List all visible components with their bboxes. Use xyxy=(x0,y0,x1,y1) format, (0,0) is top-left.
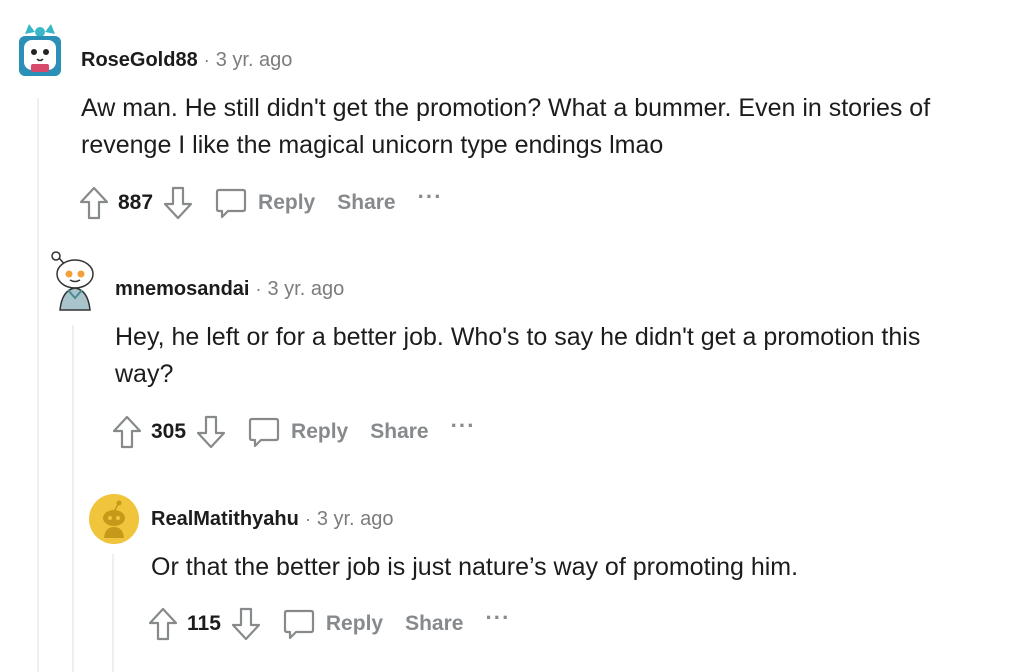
thread-line-level-3[interactable] xyxy=(112,554,114,672)
meta-separator: · xyxy=(255,279,262,299)
author-name[interactable]: RealMatithyahu xyxy=(151,508,299,530)
reply-button[interactable]: Reply xyxy=(214,186,315,220)
vote-score: 305 xyxy=(151,420,187,443)
vote-score: 887 xyxy=(118,191,154,214)
avatar[interactable] xyxy=(50,248,100,311)
downvote-icon[interactable] xyxy=(195,414,227,450)
comment-body: Aw man. He still didn't get the promotio… xyxy=(81,94,931,159)
reply-button[interactable]: Reply xyxy=(282,607,383,641)
timestamp[interactable]: 3 yr. ago xyxy=(267,278,344,300)
reply-label: Reply xyxy=(325,612,384,635)
meta-separator: · xyxy=(304,509,311,529)
comment-meta: RoseGold88 · 3 yr. ago xyxy=(81,48,292,72)
thread-line-level-2[interactable] xyxy=(72,325,74,672)
comment-actions: 887 Reply Share ··· xyxy=(78,183,443,223)
more-options-button[interactable]: ··· xyxy=(451,413,476,439)
comment-body: Or that the better job is just nature’s … xyxy=(151,553,799,581)
default-snoo-avatar-icon xyxy=(89,494,139,544)
comment-bubble-icon xyxy=(248,417,280,448)
snoo-avatar-icon xyxy=(51,251,94,311)
reply-button[interactable]: Reply xyxy=(247,415,348,449)
share-button[interactable]: Share xyxy=(405,612,463,636)
downvote-icon[interactable] xyxy=(162,185,194,221)
timestamp[interactable]: 3 yr. ago xyxy=(317,508,394,530)
upvote-icon[interactable] xyxy=(111,414,143,450)
more-options-button[interactable]: ··· xyxy=(485,605,510,631)
reply-label: Reply xyxy=(291,420,349,443)
avatar[interactable] xyxy=(89,494,139,544)
timestamp[interactable]: 3 yr. ago xyxy=(216,49,293,71)
share-button[interactable]: Share xyxy=(370,420,428,444)
avatar[interactable] xyxy=(15,20,65,76)
share-button[interactable]: Share xyxy=(337,191,395,215)
comment-actions: 305 Reply Share ··· xyxy=(111,412,476,452)
comment-body: Hey, he left or for a better job. Who's … xyxy=(115,323,921,388)
vote-score: 115 xyxy=(187,612,221,635)
upvote-icon[interactable] xyxy=(78,185,110,221)
author-name[interactable]: mnemosandai xyxy=(115,278,249,300)
comment-meta: RealMatithyahu · 3 yr. ago xyxy=(151,507,394,531)
cat-avatar-icon xyxy=(19,24,61,76)
meta-separator: · xyxy=(203,50,210,70)
reply-label: Reply xyxy=(258,191,316,214)
comment-actions: 115 Reply Share ··· xyxy=(147,604,510,644)
comment-bubble-icon xyxy=(215,188,247,219)
thread-line-level-1[interactable] xyxy=(37,98,39,672)
comment-bubble-icon xyxy=(283,609,314,640)
downvote-icon[interactable] xyxy=(230,606,262,642)
upvote-icon[interactable] xyxy=(147,606,179,642)
author-name[interactable]: RoseGold88 xyxy=(81,49,198,71)
comment-meta: mnemosandai · 3 yr. ago xyxy=(115,277,344,301)
more-options-button[interactable]: ··· xyxy=(418,184,443,210)
